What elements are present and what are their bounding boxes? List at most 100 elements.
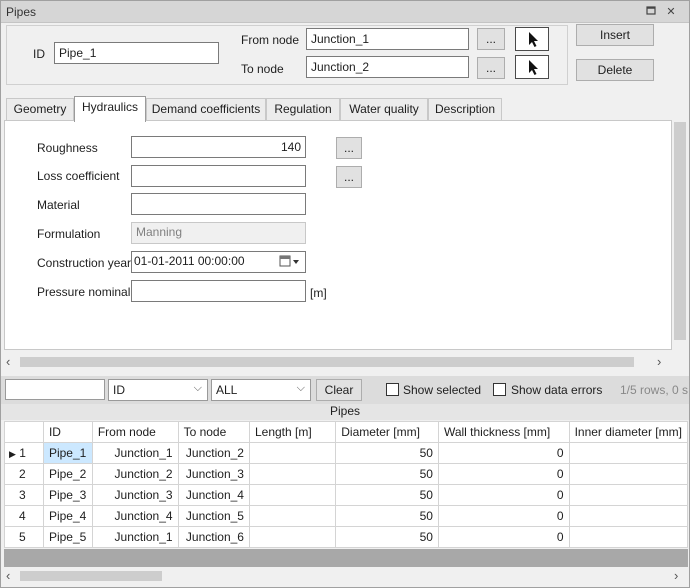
insert-button[interactable]: Insert [576, 24, 654, 46]
cell-diameter[interactable]: 50 [335, 463, 439, 485]
cell-to-node[interactable]: Junction_5 [177, 505, 250, 527]
loss-coefficient-input[interactable] [131, 165, 306, 187]
show-data-errors-checkbox[interactable] [493, 383, 506, 396]
from-node-pick-button[interactable] [515, 27, 549, 51]
cell-inner-diameter[interactable] [568, 526, 688, 548]
row-header[interactable]: 2 [4, 463, 44, 485]
pressure-nominal-label: Pressure nominal [37, 285, 131, 299]
tab-geometry[interactable]: Geometry [6, 98, 74, 120]
cell-diameter[interactable]: 50 [335, 526, 439, 548]
construction-year-value: 01-01-2011 00:00:00 [134, 254, 245, 268]
to-node-label: To node [241, 62, 284, 76]
table-row[interactable]: 2 Pipe_2 Junction_2 Junction_3 50 0 [4, 463, 688, 485]
row-header[interactable]: ▶ 1 [4, 442, 44, 464]
table-row[interactable]: 5 Pipe_5 Junction_1 Junction_6 50 0 [4, 526, 688, 548]
scroll-right-icon[interactable]: › [674, 569, 678, 583]
cell-wall-thickness[interactable]: 0 [437, 484, 570, 506]
filter-select[interactable]: ALL ⌵ [211, 379, 311, 401]
delete-button[interactable]: Delete [576, 59, 654, 81]
cell-diameter[interactable]: 50 [335, 505, 439, 527]
from-node-browse-button[interactable]: ... [477, 28, 505, 50]
pressure-nominal-input[interactable] [131, 280, 306, 302]
from-node-input[interactable] [306, 28, 469, 50]
cell-wall-thickness[interactable]: 0 [437, 526, 570, 548]
cell-from-node[interactable]: Junction_3 [91, 484, 179, 506]
column-header-id[interactable]: ID [42, 421, 93, 443]
cell-length[interactable] [248, 442, 337, 464]
search-input[interactable] [5, 379, 105, 400]
construction-year-picker[interactable]: 01-01-2011 00:00:00 [131, 251, 306, 273]
cell-id[interactable]: Pipe_2 [42, 463, 93, 485]
cell-diameter[interactable]: 50 [335, 442, 439, 464]
cell-to-node[interactable]: Junction_2 [177, 442, 250, 464]
cell-id[interactable]: Pipe_5 [42, 526, 93, 548]
tab-water-quality[interactable]: Water quality [340, 98, 428, 120]
roughness-input[interactable] [131, 136, 306, 158]
material-input[interactable] [131, 193, 306, 215]
table-row[interactable]: ▶ 1 Pipe_1 Junction_1 Junction_2 50 0 [4, 442, 688, 464]
cell-id[interactable]: Pipe_1 [42, 442, 93, 464]
loss-coefficient-browse-button[interactable]: ... [336, 166, 362, 188]
row-number: 3 [19, 488, 26, 502]
table-row[interactable]: 4 Pipe_4 Junction_4 Junction_5 50 0 [4, 505, 688, 527]
cell-wall-thickness[interactable]: 0 [437, 463, 570, 485]
cell-to-node[interactable]: Junction_6 [177, 526, 250, 548]
tab-hydraulics[interactable]: Hydraulics [74, 96, 146, 122]
cell-inner-diameter[interactable] [568, 505, 688, 527]
column-header-inner-diameter[interactable]: Inner diameter [mm] [568, 421, 688, 443]
column-header-from-node[interactable]: From node [91, 421, 179, 443]
cell-length[interactable] [248, 463, 337, 485]
scroll-right-icon[interactable]: › [657, 355, 661, 369]
row-number: 2 [19, 467, 26, 481]
clear-button[interactable]: Clear [316, 379, 362, 401]
cell-to-node[interactable]: Junction_4 [177, 484, 250, 506]
cell-id[interactable]: Pipe_3 [42, 484, 93, 506]
to-node-pick-button[interactable] [515, 55, 549, 79]
cell-length[interactable] [248, 526, 337, 548]
field-select[interactable]: ID ⌵ [108, 379, 208, 401]
grid-horizontal-scroll-thumb[interactable] [20, 571, 162, 581]
cell-wall-thickness[interactable]: 0 [437, 505, 570, 527]
cell-from-node[interactable]: Junction_2 [91, 463, 179, 485]
row-header[interactable]: 3 [4, 484, 44, 506]
column-header-length[interactable]: Length [m] [248, 421, 337, 443]
show-data-errors-label: Show data errors [511, 383, 603, 397]
close-icon[interactable]: ✕ [663, 4, 679, 20]
calendar-dropdown-icon[interactable] [279, 254, 301, 271]
row-number: 5 [19, 530, 26, 544]
tab-description[interactable]: Description [428, 98, 502, 120]
to-node-input[interactable] [306, 56, 469, 78]
scroll-left-icon[interactable]: ‹ [6, 569, 10, 583]
table-row[interactable]: 3 Pipe_3 Junction_3 Junction_4 50 0 [4, 484, 688, 506]
column-header-diameter[interactable]: Diameter [mm] [335, 421, 439, 443]
cell-length[interactable] [248, 505, 337, 527]
roughness-browse-button[interactable]: ... [336, 137, 362, 159]
row-header[interactable]: 5 [4, 526, 44, 548]
cell-wall-thickness[interactable]: 0 [437, 442, 570, 464]
cell-to-node[interactable]: Junction_3 [177, 463, 250, 485]
column-header-wall-thickness[interactable]: Wall thickness [mm] [437, 421, 570, 443]
grid-caption: Pipes [1, 404, 689, 420]
cell-diameter[interactable]: 50 [335, 484, 439, 506]
cell-from-node[interactable]: Junction_1 [91, 526, 179, 548]
restore-icon[interactable] [643, 4, 659, 20]
cell-from-node[interactable]: Junction_4 [91, 505, 179, 527]
cell-length[interactable] [248, 484, 337, 506]
scroll-left-icon[interactable]: ‹ [6, 355, 10, 369]
formulation-field: Manning [131, 222, 306, 244]
show-selected-checkbox[interactable] [386, 383, 399, 396]
row-status-text: 1/5 rows, 0 s [620, 383, 688, 397]
panel-horizontal-scroll-thumb[interactable] [20, 357, 634, 367]
cell-inner-diameter[interactable] [568, 484, 688, 506]
row-header[interactable]: 4 [4, 505, 44, 527]
cell-from-node[interactable]: Junction_1 [91, 442, 179, 464]
cell-inner-diameter[interactable] [568, 442, 688, 464]
cell-inner-diameter[interactable] [568, 463, 688, 485]
to-node-browse-button[interactable]: ... [477, 57, 505, 79]
panel-vertical-scroll-thumb[interactable] [674, 122, 686, 340]
column-header-to-node[interactable]: To node [177, 421, 250, 443]
id-input[interactable] [54, 42, 219, 64]
tab-regulation[interactable]: Regulation [266, 98, 340, 120]
tab-demand-coefficients[interactable]: Demand coefficients [146, 98, 266, 120]
cell-id[interactable]: Pipe_4 [42, 505, 93, 527]
